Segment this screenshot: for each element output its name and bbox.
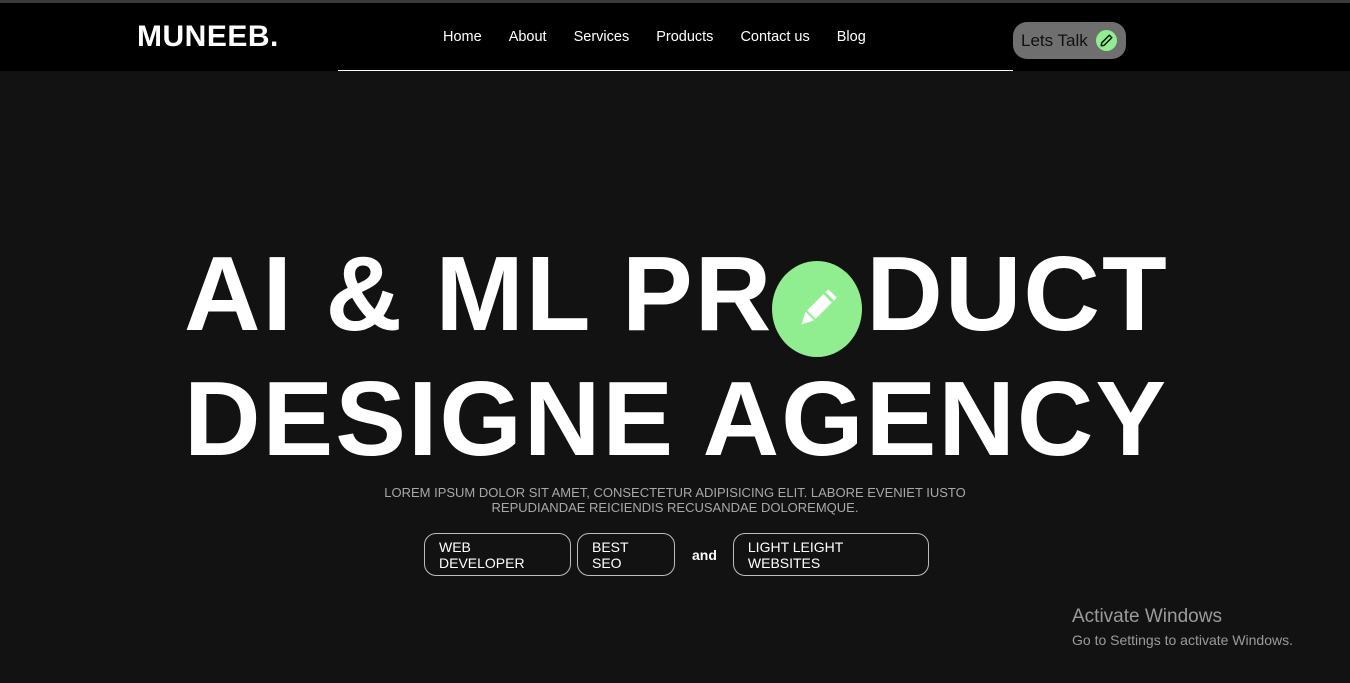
nav-link-home[interactable]: Home [443, 27, 482, 47]
tag-joiner: and [692, 546, 717, 563]
activate-windows-title: Activate Windows [1072, 606, 1222, 627]
hero-subtitle-line1: LOREM IPSUM DOLOR SIT AMET, CONSECTETUR … [384, 485, 966, 500]
hero-subtitle: LOREM IPSUM DOLOR SIT AMET, CONSECTETUR … [340, 485, 1010, 515]
nav-links: Home About Services Products Contact us … [443, 27, 893, 47]
hero-title-part2: DUCT [866, 235, 1169, 353]
activate-windows-subtitle: Go to Settings to activate Windows. [1072, 632, 1293, 648]
hero-title-line2: DESIGNE AGENCY [184, 360, 1169, 478]
lets-talk-button[interactable]: Lets Talk [1013, 22, 1126, 59]
tag-light-websites: LIGHT LEIGHT WEBSITES [732, 533, 929, 576]
hero-subtitle-line2: REPUDIANDAE REICIENDIS RECUSANDAE DOLORE… [491, 500, 859, 515]
nav-link-products[interactable]: Products [656, 27, 713, 47]
nav-link-services[interactable]: Services [574, 27, 630, 47]
lets-talk-label: Lets Talk [1021, 30, 1088, 50]
pencil-icon [1096, 30, 1117, 51]
nav-link-contact[interactable]: Contact us [740, 27, 809, 47]
nav-link-about[interactable]: About [509, 27, 547, 47]
activate-windows-watermark: Activate Windows Go to Settings to activ… [1072, 606, 1293, 649]
hero-title-part1: AI & ML PR [184, 235, 774, 353]
tag-web-developer: WEB DEVELOPER [424, 533, 571, 576]
tag-best-seo: BEST SEO [577, 533, 675, 576]
pencil-icon [772, 261, 862, 357]
hero-title-line1: AI & ML PR DUCT [184, 239, 1169, 349]
logo[interactable]: MUNEEB. [137, 20, 279, 54]
nav-link-blog[interactable]: Blog [837, 27, 866, 47]
navbar: MUNEEB. Home About Services Products Con… [0, 3, 1350, 71]
nav-underline [338, 70, 1013, 71]
hero-tags: WEB DEVELOPER BEST SEO and LIGHT LEIGHT … [424, 533, 929, 576]
